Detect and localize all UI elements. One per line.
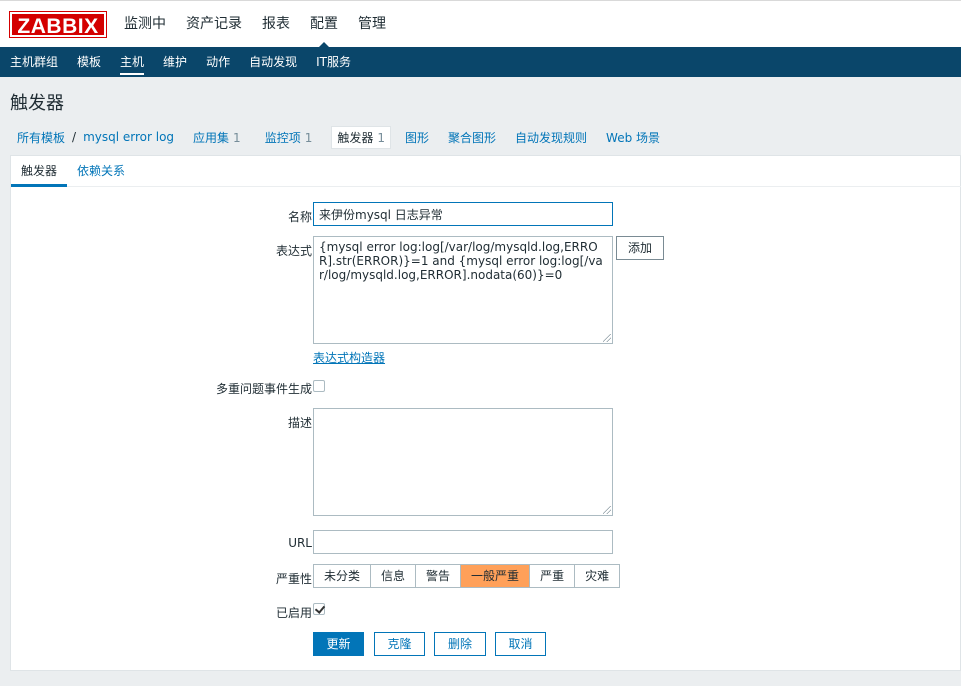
multiple-events-checkbox[interactable] — [313, 380, 325, 392]
sub-nav-hosts[interactable]: 主机 — [120, 47, 145, 77]
sub-nav-actions[interactable]: 动作 — [206, 47, 230, 77]
sub-nav-discovery[interactable]: 自动发现 — [249, 47, 297, 77]
delete-button[interactable]: 删除 — [434, 632, 486, 656]
tab-screens[interactable]: 聚合图形 — [448, 127, 501, 148]
tab-items-label: 监控项 — [264, 130, 301, 145]
tab-discovery-rules[interactable]: 自动发现规则 — [515, 127, 592, 148]
breadcrumb-all-templates[interactable]: 所有模板 — [17, 129, 65, 146]
breadcrumb-template[interactable]: mysql error log — [83, 130, 174, 144]
form-tabs: 触发器 依赖关系 — [11, 156, 961, 187]
tab-applications[interactable]: 应用集 1 — [188, 127, 246, 148]
severity-high[interactable]: 严重 — [530, 565, 576, 587]
main-nav-monitoring[interactable]: 监测中 — [124, 1, 166, 48]
tab-graphs[interactable]: 图形 — [405, 127, 434, 148]
tab-applications-label: 应用集 — [193, 130, 230, 145]
description-textarea[interactable] — [313, 408, 613, 516]
breadcrumb: 所有模板 / mysql error log 应用集 1 监控项 1 触发器 1 图形… — [10, 125, 672, 149]
severity-label: 严重性 — [275, 572, 312, 586]
severity-disaster[interactable]: 灾难 — [575, 565, 619, 587]
breadcrumb-separator: / — [72, 130, 77, 144]
severity-average[interactable]: 一般严重 — [461, 565, 531, 587]
cancel-button[interactable]: 取消 — [495, 632, 546, 656]
trigger-form-card: 触发器 依赖关系 名称 来伊份mysql 日志异常 表达式 {mysql err… — [10, 155, 961, 671]
resize-grip-icon[interactable] — [603, 506, 611, 514]
expression-builder-link[interactable]: 表达式构造器 — [313, 349, 385, 366]
severity-not-classified[interactable]: 未分类 — [314, 565, 372, 587]
zabbix-logo[interactable]: ZABBIX — [9, 11, 107, 38]
form-tab-dependencies[interactable]: 依赖关系 — [67, 156, 135, 186]
severity-warning[interactable]: 警告 — [416, 565, 462, 587]
sub-nav-maintenance[interactable]: 维护 — [163, 47, 187, 77]
tab-triggers-count: 1 — [377, 130, 385, 145]
expression-value: {mysql error log:log[/var/log/mysqld.log… — [319, 240, 603, 282]
tab-items-count: 1 — [304, 130, 313, 145]
main-nav-administration[interactable]: 管理 — [358, 1, 386, 48]
sub-nav-host-groups[interactable]: 主机群组 — [10, 47, 58, 77]
tab-web-scenarios[interactable]: Web 场景 — [606, 127, 665, 148]
page-title: 触发器 — [10, 93, 64, 114]
description-label: 描述 — [287, 416, 312, 430]
sub-nav-it-services[interactable]: IT服务 — [316, 47, 351, 77]
clone-button[interactable]: 克隆 — [374, 632, 425, 656]
main-nav: 监测中 资产记录 报表 配置 管理 — [124, 1, 406, 48]
main-nav-configuration[interactable]: 配置 — [310, 1, 338, 48]
sub-nav-templates[interactable]: 模板 — [77, 47, 101, 77]
name-input[interactable]: 来伊份mysql 日志异常 — [313, 202, 613, 226]
tab-applications-count: 1 — [233, 130, 241, 145]
form-tab-trigger[interactable]: 触发器 — [11, 156, 68, 187]
name-label: 名称 — [287, 210, 312, 224]
expression-label: 表达式 — [275, 244, 312, 258]
add-expression-button[interactable]: 添加 — [616, 236, 665, 260]
multiple-events-label: 多重问题事件生成 — [215, 382, 312, 396]
url-input[interactable] — [313, 530, 613, 554]
main-nav-reports[interactable]: 报表 — [262, 1, 290, 48]
tab-triggers[interactable]: 触发器 1 — [331, 125, 391, 149]
severity-information[interactable]: 信息 — [371, 565, 417, 587]
resize-grip-icon[interactable] — [603, 334, 611, 342]
top-bar: ZABBIX 监测中 资产记录 报表 配置 管理 — [0, 0, 961, 48]
main-nav-inventory[interactable]: 资产记录 — [186, 1, 242, 48]
enabled-label: 已启用 — [275, 606, 312, 620]
severity-selector: 未分类 信息 警告 一般严重 严重 灾难 — [313, 564, 621, 588]
expression-textarea[interactable]: {mysql error log:log[/var/log/mysqld.log… — [313, 236, 613, 344]
url-label: URL — [288, 536, 312, 550]
update-button[interactable]: 更新 — [313, 632, 364, 656]
enabled-checkbox[interactable] — [313, 603, 325, 615]
sub-nav: 主机群组 模板 主机 维护 动作 自动发现 IT服务 — [0, 47, 961, 77]
tab-items[interactable]: 监控项 1 — [260, 127, 318, 148]
tab-triggers-label: 触发器 — [337, 130, 374, 145]
